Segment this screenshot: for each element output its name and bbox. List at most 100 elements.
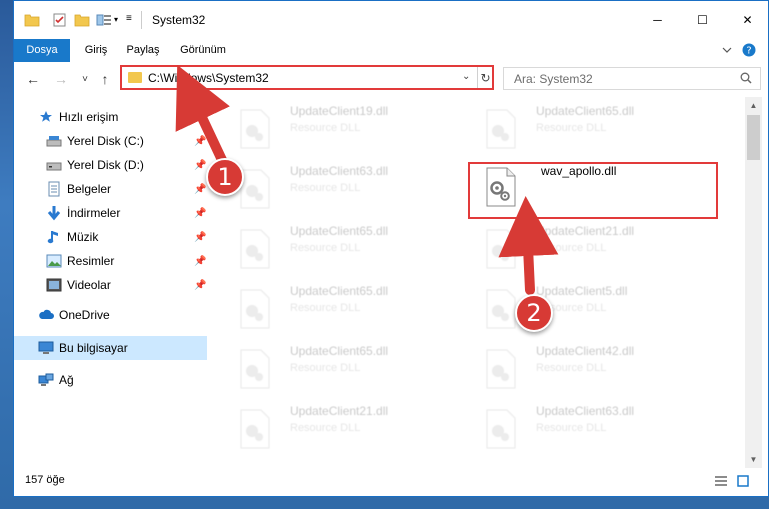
file-item[interactable]: UpdateClient63.dll Resource DLL xyxy=(215,161,455,217)
scroll-up-icon[interactable]: ▲ xyxy=(745,97,762,114)
target-file-highlight xyxy=(468,162,718,219)
file-item[interactable]: UpdateClient65.dll Resource DLL xyxy=(215,341,455,397)
sidebar-item-local-disk-d[interactable]: Yerel Disk (D:) 📌 xyxy=(14,153,207,177)
dll-file-icon xyxy=(485,229,517,269)
cloud-icon xyxy=(38,307,54,323)
qat-dropdown-icon[interactable]: ▾ xyxy=(114,15,124,31)
minimize-button[interactable]: ─ xyxy=(635,1,680,39)
sidebar-item-this-pc[interactable]: Bu bilgisayar xyxy=(14,336,207,360)
chevron-down-icon[interactable] xyxy=(720,43,734,57)
sidebar-item-quick-access[interactable]: Hızlı erişim xyxy=(14,105,207,129)
sidebar-item-pictures[interactable]: Resimler 📌 xyxy=(14,249,207,273)
recent-locations-icon[interactable]: ˅ xyxy=(76,70,94,88)
sidebar-item-downloads[interactable]: İndirmeler 📌 xyxy=(14,201,207,225)
sidebar-item-label: Hızlı erişim xyxy=(59,110,119,124)
file-item[interactable]: UpdateClient42.dll Resource DLL xyxy=(461,341,701,397)
file-item[interactable]: UpdateClient5.dll Resource DLL xyxy=(461,281,701,337)
file-type: Resource DLL xyxy=(536,122,607,134)
sidebar-item-documents[interactable]: Belgeler 📌 xyxy=(14,177,207,201)
new-folder-icon[interactable] xyxy=(74,12,90,28)
pin-icon[interactable]: 📌 xyxy=(194,232,206,243)
address-dropdown-icon[interactable]: ⌄ xyxy=(462,71,470,82)
file-item[interactable]: UpdateClient19.dll Resource DLL xyxy=(215,101,455,157)
search-input[interactable]: Ara: System32 xyxy=(503,67,761,90)
close-button[interactable]: ✕ xyxy=(725,1,769,39)
scroll-thumb[interactable] xyxy=(747,115,760,160)
sidebar-item-label: Bu bilgisayar xyxy=(59,341,128,355)
file-name: UpdateClient65.dll xyxy=(290,224,389,238)
file-name: UpdateClient63.dll xyxy=(536,404,635,418)
sidebar-item-onedrive[interactable]: OneDrive xyxy=(14,303,207,327)
file-name: UpdateClient19.dll xyxy=(290,104,389,118)
download-icon xyxy=(46,205,62,221)
tab-home[interactable]: Giriş xyxy=(76,39,116,62)
step-2-badge: 2 xyxy=(515,294,553,332)
forward-arrow-icon[interactable]: → xyxy=(52,70,70,88)
sidebar-item-label: Ağ xyxy=(59,373,74,387)
tiles-view-icon[interactable] xyxy=(736,474,750,488)
navigation-pane: Hızlı erişim Yerel Disk (C:) 📌 Yerel Dis… xyxy=(14,97,207,461)
sidebar-item-network[interactable]: Ağ xyxy=(14,368,207,392)
sidebar-item-label: Yerel Disk (D:) xyxy=(67,158,144,172)
file-type: Resource DLL xyxy=(290,362,361,374)
qat-customize-icon[interactable]: ≡ xyxy=(126,13,136,29)
pin-icon[interactable]: 📌 xyxy=(194,280,206,291)
file-type: Resource DLL xyxy=(536,242,607,254)
back-arrow-icon[interactable]: ← xyxy=(24,70,42,88)
file-item[interactable]: UpdateClient21.dll Resource DLL xyxy=(461,221,701,277)
dll-file-icon xyxy=(485,109,517,149)
file-item[interactable]: UpdateClient65.dll Resource DLL xyxy=(215,281,455,337)
address-path: C:\Windows\System32 xyxy=(148,71,269,85)
search-placeholder: Ara: System32 xyxy=(514,72,593,86)
dll-file-icon xyxy=(239,109,271,149)
vertical-scrollbar[interactable]: ▲ ▼ xyxy=(745,97,762,468)
pin-icon[interactable]: 📌 xyxy=(194,160,206,171)
file-type: Resource DLL xyxy=(536,362,607,374)
tab-file[interactable]: Dosya xyxy=(14,39,70,62)
dll-file-icon xyxy=(485,289,517,329)
file-explorer-window: ▾ ≡ System32 ─ ☐ ✕ Dosya Giriş Paylaş Gö… xyxy=(13,0,769,497)
scroll-down-icon[interactable]: ▼ xyxy=(745,451,762,468)
pin-icon[interactable]: 📌 xyxy=(194,136,206,147)
star-icon xyxy=(38,109,54,125)
file-name: UpdateClient65.dll xyxy=(536,104,635,118)
navigation-bar: ← → ˅ ↑ C:\Windows\System32 ⌄ ↻ Ara: Sys… xyxy=(14,62,768,96)
sidebar-item-local-disk-c[interactable]: Yerel Disk (C:) 📌 xyxy=(14,129,207,153)
file-name: UpdateClient63.dll xyxy=(290,164,389,178)
address-bar[interactable]: C:\Windows\System32 ⌄ ↻ xyxy=(120,65,494,90)
close-icon: ✕ xyxy=(742,13,753,27)
file-type: Resource DLL xyxy=(290,182,361,194)
search-icon xyxy=(740,72,752,84)
up-arrow-icon[interactable]: ↑ xyxy=(96,70,114,88)
file-list: UpdateClient19.dll Resource DLL UpdateCl… xyxy=(207,97,744,461)
pin-icon[interactable]: 📌 xyxy=(194,184,206,195)
network-icon xyxy=(38,372,54,388)
details-view-icon[interactable] xyxy=(714,474,728,488)
pin-icon[interactable]: 📌 xyxy=(194,256,206,267)
file-type: Resource DLL xyxy=(290,422,361,434)
view-layout-icon[interactable] xyxy=(96,12,112,28)
sidebar-item-label: İndirmeler xyxy=(67,206,121,220)
file-type: Resource DLL xyxy=(290,302,361,314)
maximize-icon: ☐ xyxy=(697,13,708,27)
file-name: UpdateClient21.dll xyxy=(290,404,389,418)
file-item[interactable]: UpdateClient63.dll Resource DLL xyxy=(461,401,701,457)
pin-icon[interactable]: 📌 xyxy=(194,208,206,219)
file-item[interactable]: UpdateClient65.dll Resource DLL xyxy=(461,101,701,157)
sidebar-item-label: OneDrive xyxy=(59,308,110,322)
maximize-button[interactable]: ☐ xyxy=(680,1,725,39)
sidebar-item-videos[interactable]: Videolar 📌 xyxy=(14,273,207,297)
file-item[interactable]: UpdateClient65.dll Resource DLL xyxy=(215,221,455,277)
tab-share[interactable]: Paylaş xyxy=(120,39,166,62)
refresh-icon[interactable]: ↻ xyxy=(477,67,493,88)
sidebar-item-music[interactable]: Müzik 📌 xyxy=(14,225,207,249)
help-icon[interactable]: ? xyxy=(742,43,756,57)
file-item[interactable]: UpdateClient21.dll Resource DLL xyxy=(215,401,455,457)
folder-icon[interactable] xyxy=(24,12,40,28)
sidebar-item-label: Yerel Disk (C:) xyxy=(67,134,144,148)
title-bar: ▾ ≡ System32 ─ ☐ ✕ xyxy=(14,1,768,39)
pictures-icon xyxy=(46,253,62,269)
tab-view[interactable]: Görünüm xyxy=(174,39,232,62)
properties-icon[interactable] xyxy=(52,12,68,28)
drive-icon xyxy=(46,157,62,173)
